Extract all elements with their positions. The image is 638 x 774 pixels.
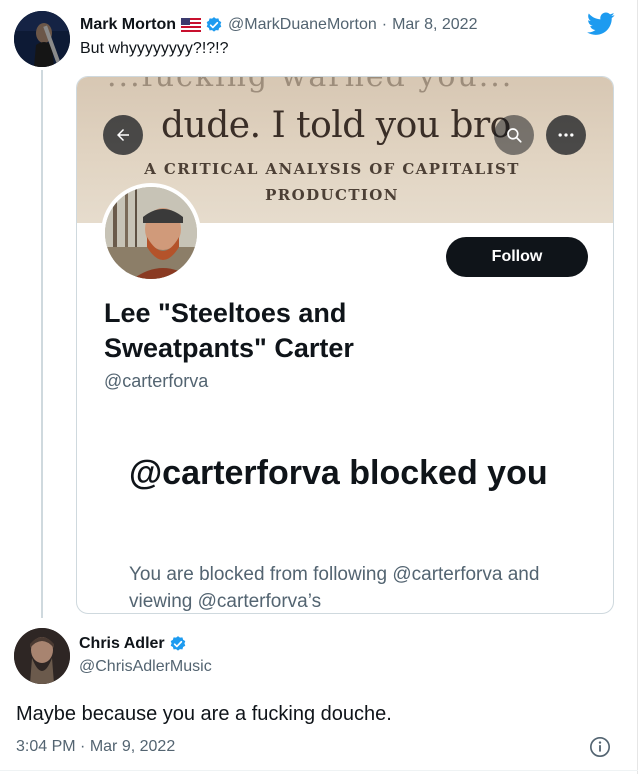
tweet1-date[interactable]: Mar 8, 2022 <box>392 16 477 34</box>
back-arrow-icon <box>117 129 129 141</box>
verified-badge-icon <box>169 635 187 653</box>
tweet1-author-name[interactable]: Mark Morton <box>80 16 176 34</box>
thread-connector-line <box>41 70 43 618</box>
tweet1-header: Mark Morton @MarkDuaneMorton · Mar 8, 20… <box>80 16 477 34</box>
info-icon[interactable] <box>589 736 611 758</box>
back-arrow-button[interactable] <box>103 115 143 155</box>
follow-button[interactable]: Follow <box>446 237 588 277</box>
blocked-notice-title: @carterforva blocked you <box>129 454 548 492</box>
tweet2-header: Chris Adler <box>79 635 187 653</box>
mark-morton-avatar[interactable] <box>14 11 70 67</box>
profile-display-name: Lee "Steeltoes and Sweatpants" Carter <box>104 298 354 363</box>
search-icon <box>507 128 522 143</box>
tweet1-text: But whyyyyyyyy?!?!? <box>80 40 229 57</box>
blocked-notice-description: You are blocked from following @carterfo… <box>129 564 540 612</box>
verified-badge-icon <box>205 16 223 34</box>
banner-top-text: ...fucking warned you... <box>107 77 513 94</box>
embedded-profile-screenshot[interactable]: ...fucking warned you... dude. I told yo… <box>76 76 614 614</box>
tweet2-text: Maybe because you are a fucking douche. <box>16 703 392 725</box>
tweet2-author-handle[interactable]: @ChrisAdlerMusic <box>79 658 212 676</box>
tweet1-separator: · <box>381 16 388 33</box>
banner-headline: dude. I told you bro <box>161 105 511 146</box>
profile-avatar[interactable] <box>101 183 201 283</box>
tweet2-time: 3:04 PM <box>16 738 76 755</box>
bottom-divider <box>0 770 638 771</box>
more-options-button[interactable] <box>546 115 586 155</box>
tweet2-separator: · <box>80 738 86 755</box>
twitter-bird-icon[interactable] <box>587 12 615 36</box>
tweet2-author-name[interactable]: Chris Adler <box>79 635 165 653</box>
tweet2-date: Mar 9, 2022 <box>89 738 176 755</box>
tweet-embed-frame: Mark Morton @MarkDuaneMorton · Mar 8, 20… <box>0 0 638 774</box>
tweet1-author-handle[interactable]: @MarkDuaneMorton <box>228 16 377 34</box>
search-button[interactable] <box>494 115 534 155</box>
tweet2-timestamp[interactable]: 3:04 PM · Mar 9, 2022 <box>16 738 175 756</box>
more-dots-icon <box>558 133 574 137</box>
profile-handle: @carterforva <box>104 371 209 391</box>
chris-adler-avatar[interactable] <box>14 628 70 684</box>
us-flag-icon <box>181 18 201 32</box>
banner-subtitle-line1: A CRITICAL ANALYSIS OF CAPITALIST <box>144 160 520 178</box>
